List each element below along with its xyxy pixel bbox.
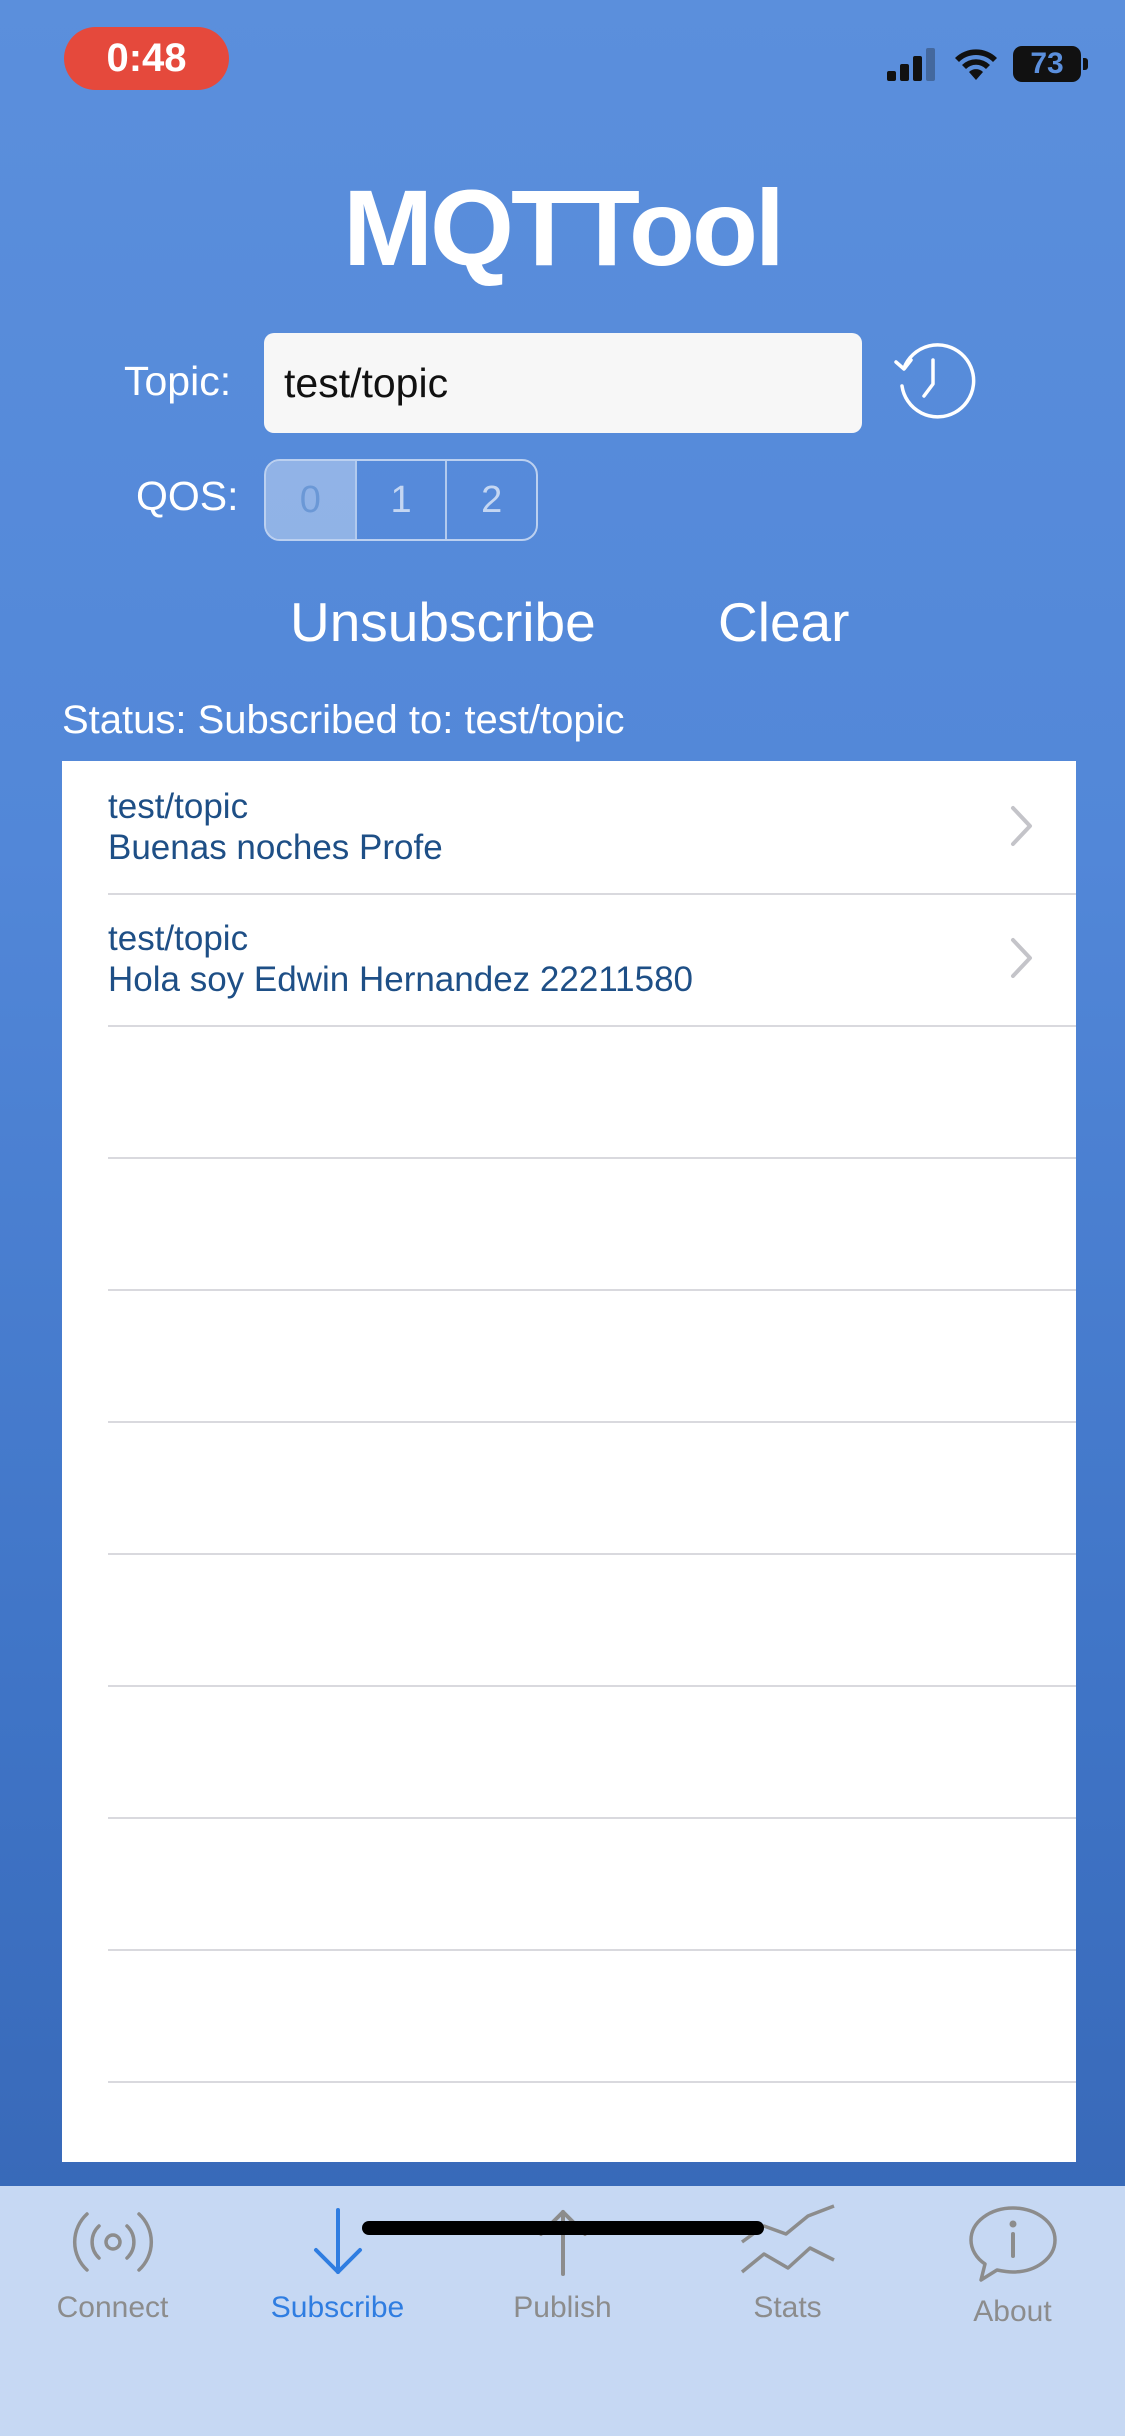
qos-segmented-control: 0 1 2 [264, 459, 538, 541]
message-row[interactable]: test/topic Buenas noches Profe [108, 761, 1076, 895]
topic-input[interactable] [264, 333, 862, 433]
tab-subscribe-label: Subscribe [270, 2291, 405, 2324]
battery-icon: 73 [1013, 46, 1088, 82]
tab-about-label: About [973, 2295, 1052, 2328]
battery-level: 73 [1030, 47, 1064, 80]
empty-row [108, 1025, 1076, 1159]
app-title: MQTTool [343, 167, 785, 288]
history-button[interactable] [890, 338, 976, 424]
wifi-icon [955, 49, 997, 80]
empty-row [108, 1553, 1076, 1687]
qos-option-0[interactable]: 0 [266, 461, 355, 539]
message-topic: test/topic [108, 919, 249, 958]
broadcast-icon [72, 2212, 153, 2272]
chevron-right-icon [1011, 806, 1032, 846]
tab-connect-label: Connect [56, 2291, 169, 2324]
history-clock-icon [894, 343, 976, 419]
message-topic: test/topic [108, 787, 249, 826]
chevron-right-icon [1011, 938, 1032, 978]
qos-option-1[interactable]: 1 [354, 461, 446, 539]
empty-row [108, 1421, 1076, 1555]
empty-row [108, 1685, 1076, 1819]
message-payload: Hola soy Edwin Hernandez 22211580 [108, 960, 694, 999]
tab-publish-label: Publish [513, 2291, 612, 2324]
message-row[interactable]: test/topic Hola soy Edwin Hernandez 2221… [108, 893, 1076, 1027]
qos-option-2[interactable]: 2 [445, 461, 536, 539]
info-bubble-icon [968, 2206, 1057, 2282]
arrow-down-icon [313, 2208, 362, 2274]
empty-row [108, 1949, 1076, 2083]
status-icons: 73 [887, 46, 1088, 82]
recording-time-pill[interactable]: 0:48 [64, 27, 229, 90]
message-list: test/topic Buenas noches Profe test/topi… [62, 761, 1076, 2162]
unsubscribe-button[interactable]: Unsubscribe [290, 590, 596, 654]
tab-stats-label: Stats [753, 2291, 822, 2324]
home-indicator [362, 2221, 764, 2235]
arrow-up-icon [538, 2210, 587, 2276]
tab-about[interactable]: About [900, 2204, 1125, 2329]
empty-row [108, 1289, 1076, 1423]
cellular-signal-icon [887, 48, 935, 81]
stats-chart-icon [740, 2204, 835, 2274]
status-time: 0:48 [106, 36, 187, 80]
empty-row [108, 1817, 1076, 1951]
topic-label: Topic: [124, 358, 232, 404]
tab-connect[interactable]: Connect [0, 2204, 225, 2325]
message-payload: Buenas noches Profe [108, 828, 443, 867]
empty-row [108, 1157, 1076, 1291]
qos-label: QOS: [136, 473, 239, 519]
status-text: Status: Subscribed to: test/topic [62, 698, 625, 742]
clear-button[interactable]: Clear [718, 590, 849, 654]
